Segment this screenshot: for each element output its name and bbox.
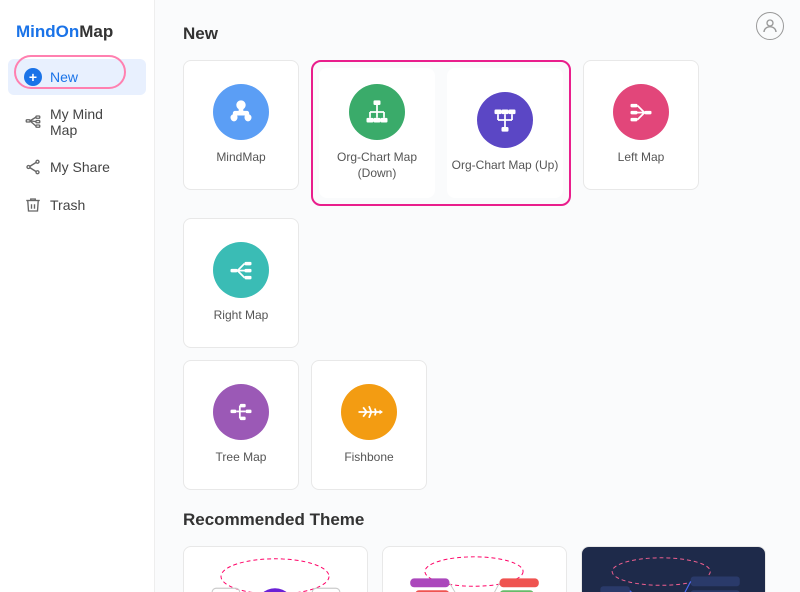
- tree-map-icon-circle: [213, 384, 269, 440]
- theme-card-2[interactable]: [382, 546, 567, 592]
- theme-cards-container: [183, 546, 772, 592]
- sidebar-item-my-share-label: My Share: [50, 159, 110, 175]
- map-type-row-2: Tree Map Fishbone: [183, 360, 772, 490]
- map-card-left-map[interactable]: Left Map: [583, 60, 699, 190]
- logo: MindOnMap: [16, 22, 113, 41]
- sidebar-item-new-label: New: [50, 69, 78, 85]
- left-map-icon-circle: [613, 84, 669, 140]
- org-down-label: Org-Chart Map (Down): [319, 150, 435, 181]
- sidebar-item-trash-label: Trash: [50, 197, 85, 213]
- theme-card-1[interactable]: [183, 546, 368, 592]
- org-up-label: Org-Chart Map (Up): [452, 158, 559, 174]
- map-card-mindmap[interactable]: MindMap: [183, 60, 299, 190]
- mindmap-icon-circle: [213, 84, 269, 140]
- sidebar-item-my-share[interactable]: My Share: [8, 149, 146, 185]
- left-map-label: Left Map: [618, 150, 665, 166]
- sidebar-item-my-mind-map-label: My Mind Map: [50, 106, 130, 138]
- sidebar: MindOnMap + New My Mind Map: [0, 0, 155, 592]
- sidebar-item-my-mind-map[interactable]: My Mind Map: [8, 97, 146, 147]
- org-up-icon-circle: [477, 92, 533, 148]
- main-content: New MindMap Org-Chart Map (Down): [155, 0, 800, 592]
- logo-area: MindOnMap: [0, 10, 154, 58]
- map-card-tree-map[interactable]: Tree Map: [183, 360, 299, 490]
- right-map-label: Right Map: [214, 308, 269, 324]
- sidebar-item-trash[interactable]: Trash: [8, 187, 146, 223]
- trash-icon: [24, 196, 42, 214]
- map-card-fishbone[interactable]: Fishbone: [311, 360, 427, 490]
- plus-icon: +: [24, 68, 42, 86]
- org-down-icon-circle: [349, 84, 405, 140]
- recommended-theme-section: Recommended Theme: [183, 510, 772, 592]
- share-icon: [24, 158, 42, 176]
- recommended-theme-title: Recommended Theme: [183, 510, 772, 530]
- fishbone-icon-circle: [341, 384, 397, 440]
- theme-card-3[interactable]: [581, 546, 766, 592]
- map-card-org-up[interactable]: Org-Chart Map (Up): [447, 68, 563, 198]
- fishbone-label: Fishbone: [344, 450, 393, 466]
- map-type-row-1: MindMap Org-Chart Map (Down) Org-Chart M…: [183, 60, 772, 348]
- mindmap-label: MindMap: [216, 150, 265, 166]
- mind-map-icon: [24, 113, 42, 131]
- user-icon[interactable]: [756, 12, 784, 40]
- tree-map-label: Tree Map: [216, 450, 267, 466]
- sidebar-item-new[interactable]: + New: [8, 59, 146, 95]
- org-chart-group: Org-Chart Map (Down) Org-Chart Map (Up): [311, 60, 571, 206]
- right-map-icon-circle: [213, 242, 269, 298]
- map-card-org-down[interactable]: Org-Chart Map (Down): [319, 68, 435, 198]
- new-section-title: New: [183, 24, 772, 44]
- map-card-right-map[interactable]: Right Map: [183, 218, 299, 348]
